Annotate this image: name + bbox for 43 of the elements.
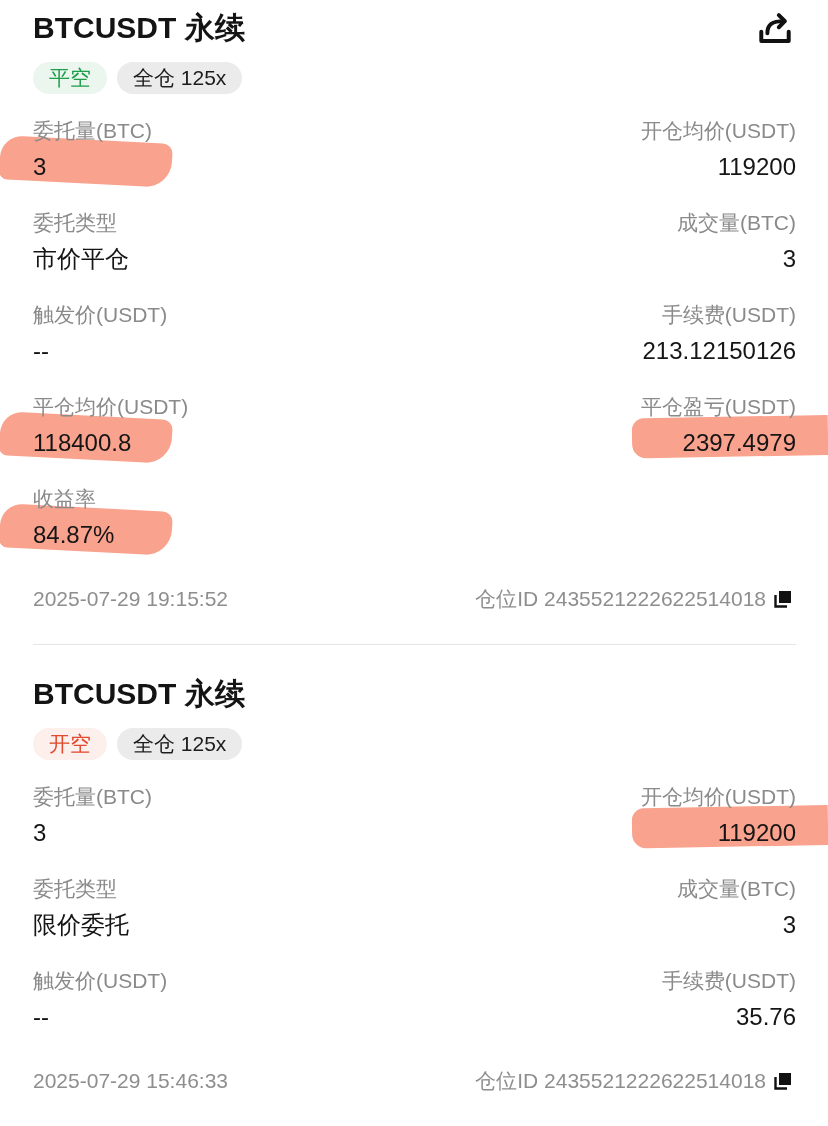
- field-label: 委托量(BTC): [33, 118, 152, 144]
- field-label: 手续费(USDT): [661, 968, 796, 994]
- field-value: 3: [782, 244, 796, 274]
- order-tag: 全仓 125x: [117, 62, 243, 94]
- order-tag: 全仓 125x: [117, 728, 243, 760]
- copy-icon[interactable]: [774, 590, 792, 608]
- field-value: 3: [33, 152, 47, 182]
- field-label: 成交量(BTC): [677, 876, 796, 902]
- field-label: 委托类型: [33, 210, 117, 236]
- order-title: BTCUSDT 永续: [33, 10, 245, 46]
- field-value: 119200: [717, 818, 796, 848]
- field-value: 213.12150126: [642, 336, 796, 366]
- position-id: 仓位ID 2435521222622514018: [475, 586, 766, 612]
- field-label: 成交量(BTC): [677, 210, 796, 236]
- field-label: 平仓均价(USDT): [33, 394, 189, 420]
- field-value: 84.87%: [33, 520, 115, 550]
- position-id: 仓位ID 2435521222622514018: [475, 1068, 766, 1094]
- copy-icon[interactable]: [774, 1072, 792, 1090]
- field-value: 3: [782, 910, 796, 940]
- field-label: 触发价(USDT): [33, 968, 168, 994]
- field-value: --: [33, 336, 49, 366]
- field-value: 市价平仓: [33, 244, 129, 274]
- field-value: 限价委托: [33, 910, 129, 940]
- field-value: --: [33, 1002, 49, 1032]
- field-label: 委托量(BTC): [33, 784, 152, 810]
- field-label: 手续费(USDT): [661, 302, 796, 328]
- field-value: 3: [33, 818, 47, 848]
- share-icon[interactable]: [758, 12, 792, 44]
- field-label: 触发价(USDT): [33, 302, 168, 328]
- field-value: 35.76: [735, 1002, 796, 1032]
- field-label: 开仓均价(USDT): [640, 784, 796, 810]
- order-time: 2025-07-29 15:46:33: [33, 1068, 228, 1094]
- field-value: 118400.8: [33, 428, 132, 458]
- field-label: 开仓均价(USDT): [640, 118, 796, 144]
- order-tag: 开空: [33, 728, 107, 760]
- order-title: BTCUSDT 永续: [33, 676, 245, 712]
- field-label: 委托类型: [33, 876, 117, 902]
- field-label: 收益率: [33, 486, 96, 512]
- field-value: 2397.4979: [682, 428, 796, 458]
- order-tag: 平空: [33, 62, 107, 94]
- order-time: 2025-07-29 19:15:52: [33, 586, 228, 612]
- field-label: 平仓盈亏(USDT): [640, 394, 796, 420]
- field-value: 119200: [717, 152, 796, 182]
